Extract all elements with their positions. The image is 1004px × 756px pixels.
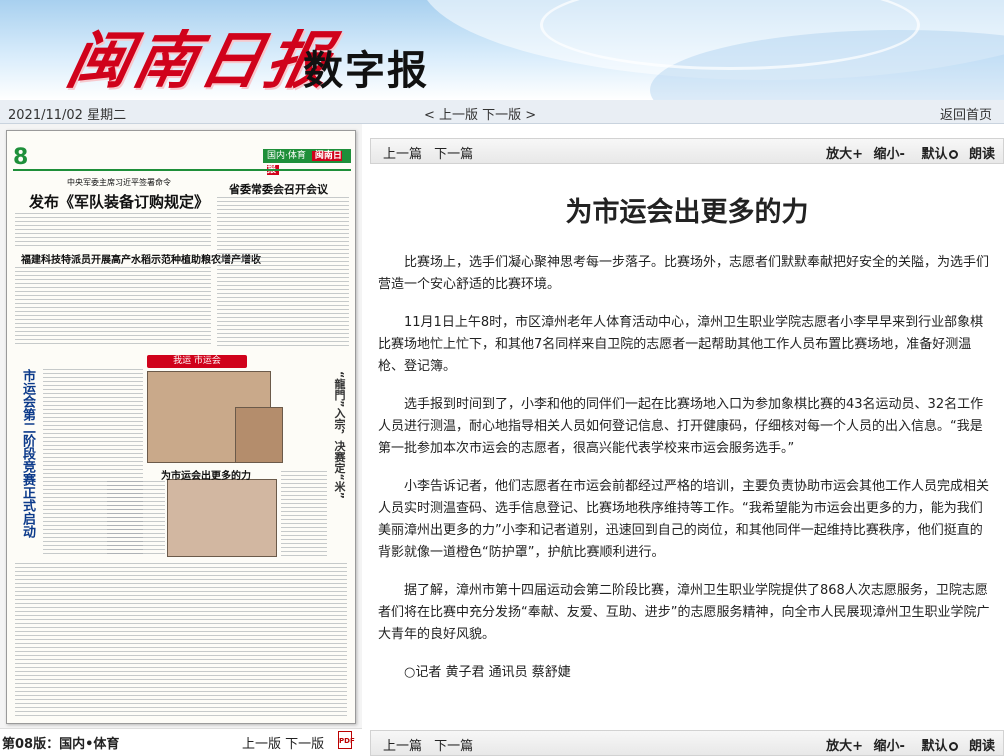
thumbnail-photo-volunteers[interactable]	[167, 479, 277, 557]
next-article-link[interactable]: 下一篇	[434, 739, 473, 754]
article-byline: ○记者 黄子君 通讯员 蔡舒婕	[404, 665, 571, 680]
current-edition-label: 第08版：国内•体育	[2, 737, 120, 752]
thumbnail-rule	[13, 169, 351, 171]
edition-pager: 上一版 下一版	[242, 733, 324, 752]
thumbnail-headline-right[interactable]: 省委常委会召开会议	[229, 181, 328, 197]
thumbnail-text-block	[217, 197, 349, 347]
article-paragraph: 据了解，漳州市第十四届运动会第二阶段比赛，漳州卫生职业学院提供了868人次志愿服…	[378, 583, 990, 642]
default-size-label: 默认	[921, 147, 948, 162]
default-size-button[interactable]: 默认	[915, 147, 959, 162]
article-paragraph: 小李告诉记者，他们志愿者在市运会前都经过严格的培训，主要负责协助市运会其他工作人…	[378, 479, 990, 560]
issue-date: 2021/11/02 星期二	[8, 104, 126, 123]
masthead-banner: 闽南日报 数字报	[0, 0, 1004, 100]
article-panel: 上一篇 下一篇 放大+ 缩小- 默认 朗读 为市运会出更多的力 比赛场上，选手们…	[370, 124, 1004, 756]
thumbnail-page-number: 8	[13, 145, 29, 170]
prev-edition-button[interactable]: 上一版	[242, 737, 281, 752]
thumbnail-text-block	[15, 267, 211, 347]
thumbnail-section: 国内·体育	[267, 151, 306, 161]
thumbnail-text-block	[15, 563, 347, 719]
article-body: 比赛场上，选手们凝心聚神思考每一步落子。比赛场外，志愿者们默默奉献把好安全的关隘…	[378, 252, 992, 700]
thumbnail-text-block	[15, 213, 211, 247]
newspaper-page-thumbnail[interactable]: 8 国内·体育 闽南日报 中央军委主席习近平签署命令 发布《军队装备订购规定》 省…	[6, 130, 356, 724]
article-title: 为市运会出更多的力	[565, 197, 809, 228]
next-edition-link[interactable]: 下一版 >	[482, 108, 536, 123]
date-text: 2021/11/02	[8, 108, 83, 123]
weekday-text: 星期二	[87, 108, 127, 123]
thumbnail-vertical-headline[interactable]: 市运会第二阶段竞赛正式启动	[19, 369, 35, 538]
thumbnail-kicker: 中央军委主席习近平签署命令	[67, 178, 171, 187]
article-pager: 上一篇 下一篇	[383, 735, 481, 754]
default-size-button[interactable]: 默认	[915, 739, 959, 754]
pdf-icon[interactable]: PDF	[338, 731, 355, 749]
radio-dot-icon	[949, 742, 959, 751]
thumbnail-text-block	[107, 481, 165, 557]
prev-article-link[interactable]: 上一篇	[383, 147, 422, 162]
zoom-in-button[interactable]: 放大+	[826, 739, 863, 754]
article-paragraph: 11月1日上午8时，市区漳州老年人体育活动中心，漳州卫生职业学院志愿者小李早早来…	[378, 315, 984, 374]
thumbnail-photo-caption[interactable]: 为市运会出更多的力	[161, 467, 251, 482]
zoom-in-button[interactable]: 放大+	[826, 147, 863, 162]
reading-tools: 放大+ 缩小- 默认 朗读	[820, 735, 995, 754]
thumbnail-vertical-headline-right[interactable]: “龍門”入宗，决赛定“米”	[331, 371, 347, 499]
zoom-out-button[interactable]: 缩小-	[874, 739, 905, 754]
edition-navigation: < 上一版 下一版 >	[424, 104, 536, 123]
article-toolbar-top: 上一篇 下一篇 放大+ 缩小- 默认 朗读	[370, 138, 1004, 164]
thumbnail-photo-small[interactable]	[235, 407, 283, 463]
article-paragraph: 比赛场上，选手们凝心聚神思考每一步落子。比赛场外，志愿者们默默奉献把好安全的关隘…	[378, 255, 990, 292]
thumbnail-masthead: 国内·体育 闽南日报	[263, 149, 351, 175]
next-article-link[interactable]: 下一篇	[434, 147, 473, 162]
zoom-out-button[interactable]: 缩小-	[874, 147, 905, 162]
article-toolbar-bottom: 上一篇 下一篇 放大+ 缩小- 默认 朗读	[370, 730, 1004, 756]
next-edition-button[interactable]: 下一版	[285, 737, 324, 752]
banner-subtitle: 数字报	[303, 48, 429, 94]
date-navigation-bar: 2021/11/02 星期二 < 上一版 下一版 > 返回首页	[0, 100, 1004, 124]
prev-edition-link[interactable]: < 上一版	[424, 108, 478, 123]
read-aloud-button[interactable]: 朗读	[969, 147, 995, 162]
read-aloud-button[interactable]: 朗读	[969, 739, 995, 754]
article-paragraph: 选手报到时间到了，小李和他的同伴们一起在比赛场地入口为参加象棋比赛的43名运动员…	[378, 397, 984, 456]
article-pager: 上一篇 下一篇	[383, 143, 481, 162]
default-size-label: 默认	[921, 739, 948, 754]
thumbnail-headline-main[interactable]: 发布《军队装备订购规定》	[29, 191, 209, 212]
thumbnail-text-block	[281, 471, 327, 557]
prev-article-link[interactable]: 上一篇	[383, 739, 422, 754]
reading-tools: 放大+ 缩小- 默认 朗读	[820, 143, 995, 162]
thumbnail-section-ribbon: 我运 市运会	[147, 355, 247, 368]
thumbnail-footer: 第08版：国内•体育 上一版 下一版 PDF	[0, 728, 362, 756]
radio-dot-icon	[949, 150, 959, 159]
home-link[interactable]: 返回首页	[940, 104, 992, 123]
page-thumbnail-panel: 8 国内·体育 闽南日报 中央军委主席习近平签署命令 发布《军队装备订购规定》 省…	[0, 124, 362, 756]
newspaper-logo: 闽南日报	[61, 24, 341, 97]
